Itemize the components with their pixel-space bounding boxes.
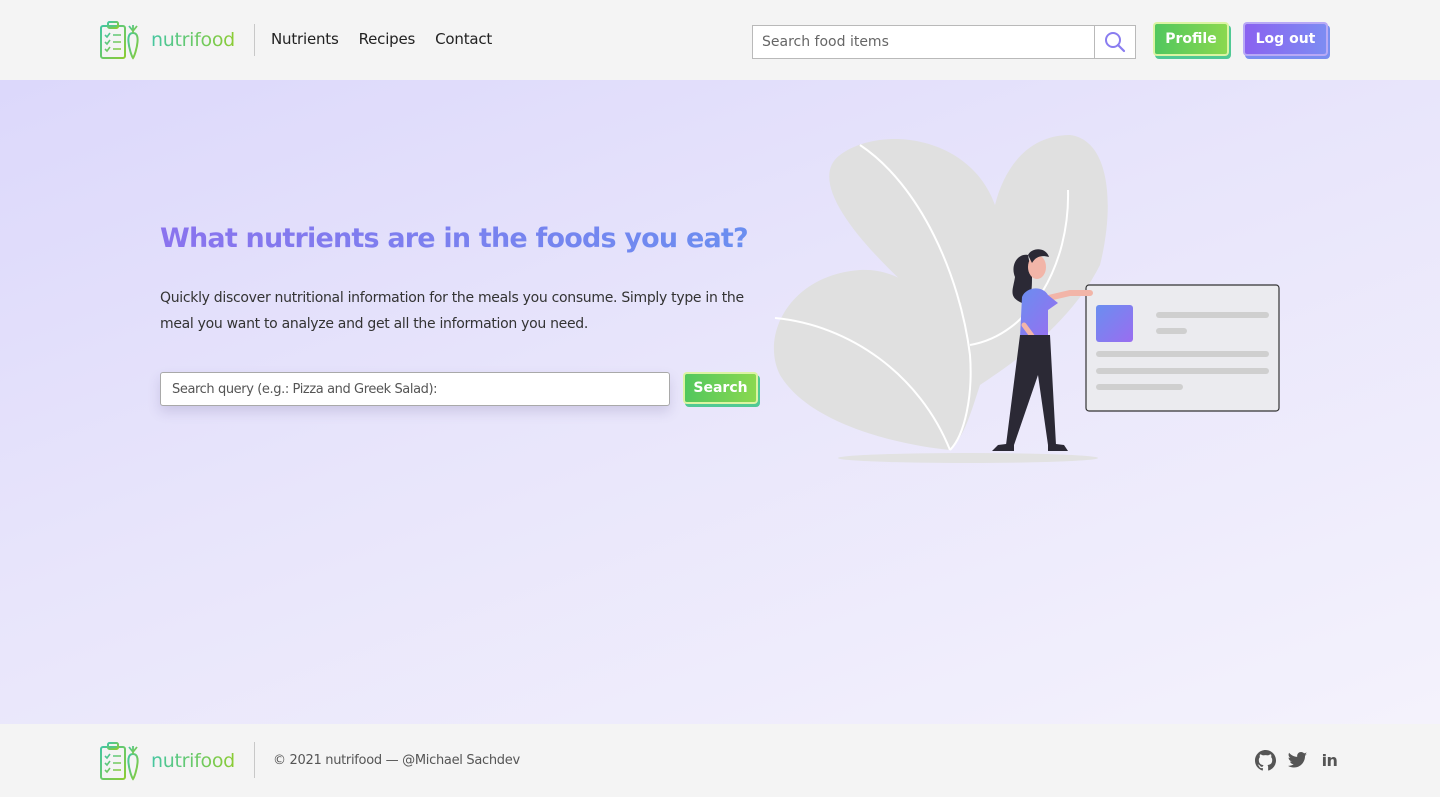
logout-button[interactable]: Log out [1245, 24, 1326, 54]
github-icon[interactable] [1255, 750, 1276, 771]
hero-title: What nutrients are in the foods you eat? [160, 223, 749, 254]
linkedin-glyph: in [1321, 751, 1338, 770]
brand-logo-link[interactable]: nutrifood [99, 20, 235, 60]
brand-name: nutrifood [151, 29, 235, 51]
nav-link-contact[interactable]: Contact [435, 30, 492, 48]
clipboard-carrot-logo-icon [100, 21, 139, 60]
linkedin-icon[interactable]: in [1319, 750, 1340, 771]
header-search-button[interactable] [1094, 26, 1135, 58]
header-search-bar [752, 25, 1136, 59]
main-nav: Nutrients Recipes Contact [271, 30, 492, 48]
meal-search-box [160, 372, 670, 406]
info-card [1085, 284, 1280, 412]
site-footer: nutrifood © 2021 nutrifood — @Michael Sa… [0, 724, 1440, 797]
footer-brand-name: nutrifood [151, 750, 235, 772]
profile-button[interactable]: Profile [1155, 24, 1227, 54]
copyright-text: © 2021 nutrifood — @Michael Sachdev [273, 753, 520, 768]
hero-section: What nutrients are in the foods you eat?… [0, 80, 1440, 724]
header-divider [254, 24, 255, 56]
footer-brand[interactable]: nutrifood [99, 741, 235, 781]
food-search-input[interactable] [753, 26, 1094, 58]
ground-shadow [838, 453, 1098, 463]
woman-with-card-illustration [773, 135, 1280, 463]
nav-link-recipes[interactable]: Recipes [359, 30, 416, 48]
hero-description: Quickly discover nutritional information… [160, 290, 744, 332]
leaf-shape [773, 135, 1108, 450]
card-color-swatch [1096, 305, 1133, 342]
meal-search-input[interactable] [161, 373, 669, 405]
social-links: in [1255, 750, 1340, 771]
site-header: nutrifood Nutrients Recipes Contact Prof… [0, 0, 1440, 80]
search-icon [1105, 32, 1126, 53]
nav-link-nutrients[interactable]: Nutrients [271, 30, 339, 48]
meal-search-button[interactable]: Search [685, 374, 756, 402]
clipboard-carrot-logo-icon [100, 742, 139, 781]
footer-divider [254, 742, 255, 778]
twitter-icon[interactable] [1287, 750, 1308, 771]
